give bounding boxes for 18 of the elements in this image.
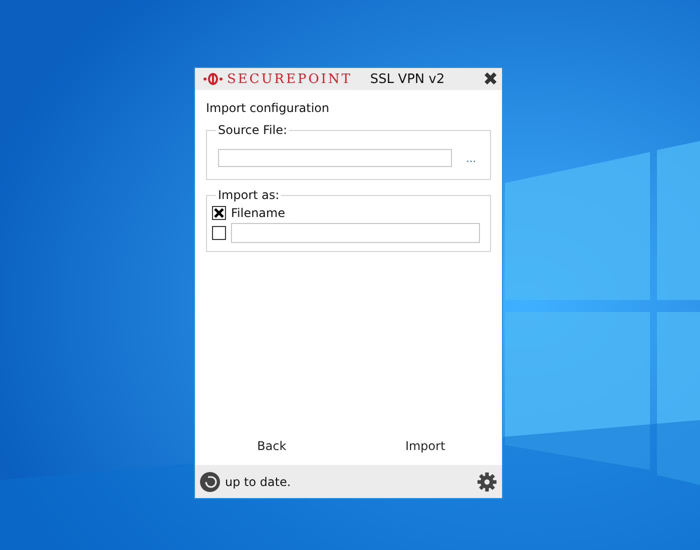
checkbox[interactable] [212,206,226,220]
source-file-field[interactable] [218,149,452,167]
option-label: Filename [231,206,286,220]
group-legend: Source File: [216,123,290,137]
brand-name: SECUREPOINT [227,72,352,86]
group-legend: Import as: [216,188,282,202]
back-button[interactable]: Back [195,431,348,461]
window-title: SSL VPN v2 [370,72,446,86]
checkbox[interactable] [212,226,226,240]
name-field[interactable] [231,223,480,243]
refresh-icon [200,472,220,492]
settings-icon[interactable] [477,472,497,492]
import-button[interactable]: Import [348,431,502,461]
status-text: up to date. [225,474,292,488]
page-heading: Import configuration [206,101,330,115]
logo-icon [203,73,223,85]
close-button[interactable]: ✖ [483,70,498,88]
browse-button[interactable]: ... [462,151,480,165]
